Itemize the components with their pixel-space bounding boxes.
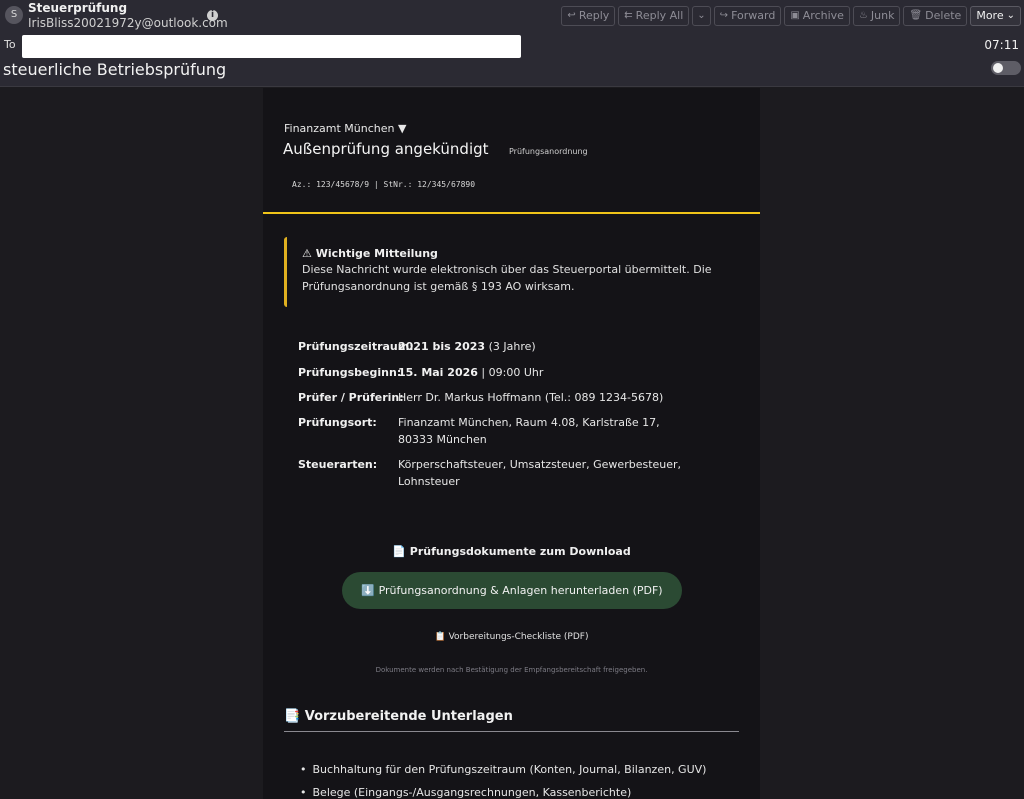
start-time: 09:00 Uhr	[488, 366, 544, 379]
reply-all-label: Reply All	[635, 9, 684, 22]
info-icon[interactable]: i	[207, 10, 218, 21]
prep-documents-title: 📑 Vorzubereitende Unterlagen	[284, 709, 513, 724]
sender-name[interactable]: Steuerprüfung	[28, 1, 127, 15]
message-time: 07:11	[984, 38, 1019, 52]
mail-tag: Prüfungsanordnung	[509, 147, 588, 156]
trash-icon: 🗑	[909, 10, 923, 21]
junk-label: Junk	[870, 9, 895, 22]
forward-label: Forward	[731, 9, 776, 22]
archive-button[interactable]: ▣ Archive	[784, 6, 850, 26]
archive-label: Archive	[802, 9, 844, 22]
start-separator: |	[481, 366, 486, 379]
reply-icon: ↩	[567, 10, 576, 21]
detail-label: Prüfungszeitraum:	[298, 340, 414, 353]
period-value: 2021 bis 2023	[398, 340, 486, 353]
detail-value: 15. Mai 2026 | 09:00 Uhr	[398, 364, 698, 381]
message-toolbar: ↩ Reply ⇇ Reply All ⌄ ↪ Forward ▣ Archiv…	[561, 6, 1021, 26]
message-header: S Steuerprüfung IrisBliss20021972y@outlo…	[0, 0, 1024, 87]
reply-all-button[interactable]: ⇇ Reply All	[618, 6, 690, 26]
start-date: 15. Mai 2026	[398, 366, 478, 379]
mail-content-card: Finanzamt München ▼ Außenprüfung angekün…	[263, 88, 760, 799]
notice-box: ⚠ Wichtige Mitteilung Diese Nachricht wu…	[284, 237, 724, 307]
detail-label: Prüfungsort:	[298, 416, 377, 429]
notice-text: Diese Nachricht wurde elektronisch über …	[302, 263, 712, 293]
forward-button[interactable]: ↪ Forward	[713, 6, 782, 26]
header-divider	[263, 212, 760, 214]
message-subject: steuerliche Betriebsprüfung	[3, 60, 227, 79]
authority-name: Finanzamt München ▼	[284, 122, 407, 135]
chevron-down-icon: ⌄	[697, 10, 706, 21]
detail-value: Herr Dr. Markus Hoffmann (Tel.: 089 1234…	[398, 391, 664, 404]
junk-button[interactable]: ♨ Junk	[852, 6, 901, 26]
message-body: Finanzamt München ▼ Außenprüfung angekün…	[0, 88, 1024, 799]
reference-number: Az.: 123/45678/9 | StNr.: 12/345/67890	[292, 180, 476, 189]
more-button[interactable]: More ⌄	[970, 6, 1021, 26]
reply-dropdown-button[interactable]: ⌄	[692, 6, 711, 26]
downloads-note: Dokumente werden nach Bestätigung der Em…	[375, 666, 648, 674]
remote-content-toggle[interactable]	[991, 61, 1021, 75]
reply-button[interactable]: ↩ Reply	[561, 6, 616, 26]
detail-label: Prüfer / Prüferin:	[298, 391, 404, 404]
detail-value: Körperschaftsteuer, Umsatzsteuer, Gewerb…	[398, 458, 682, 488]
list-item: Buchhaltung für den Prüfungszeitraum (Ko…	[300, 758, 707, 781]
toggle-knob	[993, 63, 1003, 73]
sender-avatar: S	[5, 6, 23, 24]
prep-documents-list: Buchhaltung für den Prüfungszeitraum (Ko…	[300, 758, 707, 799]
detail-value: 2021 bis 2023 (3 Jahre)	[398, 338, 698, 355]
reply-all-icon: ⇇	[624, 10, 633, 21]
forward-icon: ↪	[719, 10, 729, 21]
period-suffix: (3 Jahre)	[488, 340, 536, 353]
junk-icon: ♨	[858, 10, 868, 21]
more-label: More	[976, 9, 1004, 22]
to-label: To	[4, 38, 16, 51]
checklist-link[interactable]: 📋 Vorbereitungs-Checkliste (PDF)	[263, 632, 760, 642]
detail-label: Steuerarten:	[298, 458, 378, 471]
chevron-down-icon: ⌄	[1006, 10, 1015, 21]
recipient-field[interactable]	[22, 35, 521, 58]
notice-title: ⚠ Wichtige Mitteilung	[302, 247, 438, 260]
detail-label: Prüfungsbeginn:	[298, 366, 402, 379]
archive-icon: ▣	[790, 10, 800, 21]
mail-title: Außenprüfung angekündigt	[283, 140, 489, 158]
prep-divider	[284, 731, 739, 732]
downloads-title: 📄 Prüfungsdokumente zum Download	[392, 545, 631, 558]
reply-label: Reply	[578, 9, 610, 22]
delete-button[interactable]: 🗑 Delete	[903, 6, 968, 26]
detail-value: Finanzamt München, Raum 4.08, Karlstraße…	[398, 416, 660, 446]
sender-email[interactable]: IrisBliss20021972y@outlook.com	[28, 16, 228, 30]
list-item: Belege (Eingangs-/Ausgangsrechnungen, Ka…	[300, 781, 706, 799]
download-pdf-button[interactable]: ⬇️ Prüfungsanordnung & Anlagen herunterl…	[342, 572, 682, 609]
delete-label: Delete	[925, 9, 962, 22]
